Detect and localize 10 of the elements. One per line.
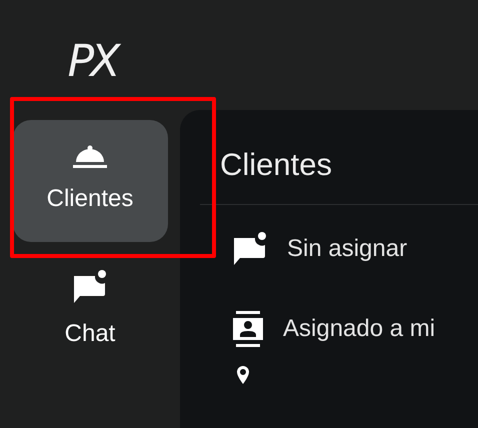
nav-item[interactable]: Clientes bbox=[12, 120, 168, 242]
service-bell-icon bbox=[73, 145, 107, 169]
contact-card-icon bbox=[233, 311, 263, 347]
chat-bubble-icon bbox=[73, 270, 107, 304]
app-logo: PX bbox=[66, 35, 116, 89]
panel-title: Clientes bbox=[220, 146, 332, 184]
chat-bubble-icon bbox=[233, 232, 267, 266]
list-item[interactable]: Sin asignar bbox=[233, 231, 478, 267]
nav-item[interactable]: Chat bbox=[12, 250, 168, 372]
list-item[interactable]: Asignado a mi bbox=[233, 311, 478, 347]
